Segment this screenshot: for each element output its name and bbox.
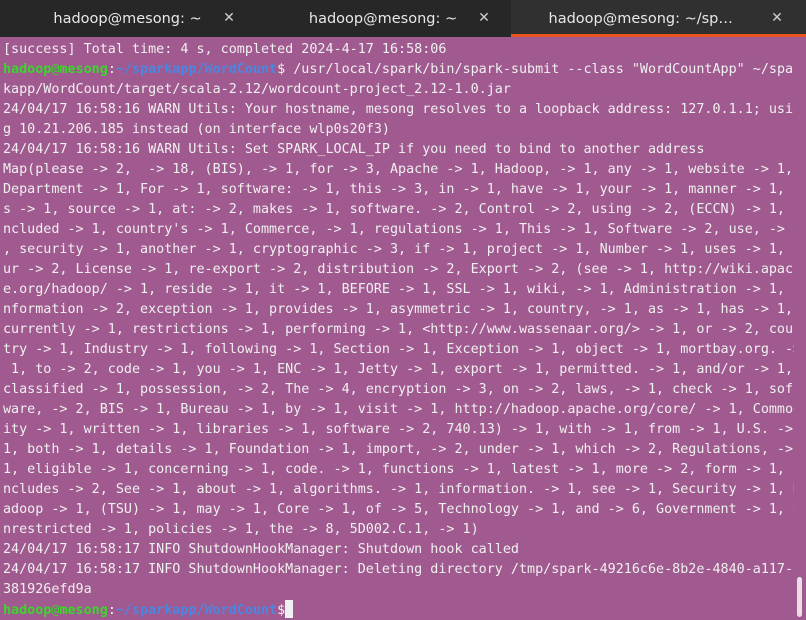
close-icon[interactable]: ✕ (220, 9, 238, 27)
output-line: 1, eligible -> 1, concerning -> 1, code.… (3, 462, 794, 477)
output-line: ncludes -> 2, See -> 1, about -> 1, algo… (3, 482, 794, 497)
prompt-line: hadoop@mesong:~/sparkapp/WordCount$ (3, 600, 794, 620)
output-line: nformation -> 2, exception -> 1, provide… (3, 302, 794, 317)
tab-terminal-1[interactable]: hadoop@mesong: ~ ✕ (0, 0, 255, 37)
output-line: e.org/hadoop/ -> 1, reside -> 1, it -> 1… (3, 282, 794, 297)
prompt-user: hadoop (3, 62, 52, 77)
output-line: g 10.21.206.185 instead (on interface wl… (3, 122, 390, 137)
output-line: adoop -> 1, (TSU) -> 1, may -> 1, Core -… (3, 502, 794, 517)
tab-bar: hadoop@mesong: ~ ✕ hadoop@mesong: ~ ✕ ha… (0, 0, 806, 37)
prompt-host: mesong (59, 603, 108, 618)
output-line: s -> 1, source -> 1, at: -> 2, makes -> … (3, 202, 794, 217)
output-block: 24/04/17 16:58:16 WARN Utils: Your hostn… (3, 100, 794, 600)
output-line: classified -> 1, possession, -> 2, The -… (3, 382, 794, 397)
prompt-colon: : (107, 603, 116, 618)
output-line: nrestricted -> 1, policies -> 1, the -> … (3, 522, 479, 537)
tab-title: hadoop@mesong: ~ (308, 10, 458, 27)
output-line: currently -> 1, restrictions -> 1, perfo… (3, 322, 794, 337)
prompt-path: ~/sparkapp/WordCount (115, 62, 278, 77)
output-line: 24/04/17 16:58:16 WARN Utils: Your hostn… (3, 102, 794, 117)
output-line: Map(please -> 2, -> 18, (BIS), -> 1, for… (3, 162, 794, 177)
close-icon[interactable]: ✕ (475, 9, 493, 27)
output-line: 381926efd9a (3, 582, 92, 597)
output-line: ncluded -> 1, country's -> 1, Commerce, … (3, 222, 794, 237)
scrollbar[interactable] (794, 37, 806, 620)
tab-terminal-3-active[interactable]: hadoop@mesong: ~/spar… ✕ (511, 0, 806, 37)
tab-title: hadoop@mesong: ~/spar… (548, 10, 748, 27)
command-line: hadoop@mesong:~/sparkapp/WordCount$ /usr… (3, 60, 794, 80)
output-line: Department -> 1, For -> 1, software: -> … (3, 182, 794, 197)
scrollbar-thumb[interactable] (797, 577, 802, 617)
tab-terminal-2[interactable]: hadoop@mesong: ~ ✕ (255, 0, 511, 37)
command-line-wrap: kapp/WordCount/target/scala-2.12/wordcou… (3, 82, 511, 97)
output-line: ity -> 1, written -> 1, libraries -> 1, … (3, 422, 794, 437)
prompt-user: hadoop (3, 603, 52, 618)
terminal-output[interactable]: [success] Total time: 4 s, completed 202… (0, 37, 794, 620)
prompt-colon: : (107, 62, 116, 77)
prompt-path: ~/sparkapp/WordCount (115, 603, 278, 618)
tab-title: hadoop@mesong: ~ (53, 10, 202, 27)
output-line: try -> 1, Industry -> 1, following -> 1,… (3, 342, 794, 357)
output-line: ur -> 2, License -> 1, re-export -> 2, d… (3, 262, 794, 277)
text-cursor (285, 600, 294, 618)
output-line: 1, both -> 1, details -> 1, Foundation -… (3, 442, 794, 457)
output-line: , security -> 1, another -> 1, cryptogra… (3, 242, 794, 257)
output-line: 24/04/17 16:58:16 WARN Utils: Set SPARK_… (3, 142, 705, 157)
output-line: ware, -> 2, BIS -> 1, Bureau -> 1, by ->… (3, 402, 794, 417)
prompt-host: mesong (59, 62, 108, 77)
output-line: [success] Total time: 4 s, completed 202… (3, 42, 447, 57)
output-line: 24/04/17 16:58:17 INFO ShutdownHookManag… (3, 562, 794, 577)
prompt-dollar: $ (277, 62, 286, 77)
output-line: 24/04/17 16:58:17 INFO ShutdownHookManag… (3, 542, 519, 557)
command-text: /usr/local/spark/bin/spark-submit --clas… (285, 62, 794, 77)
output-line: 1, to -> 2, code -> 1, you -> 1, ENC -> … (3, 362, 794, 377)
prompt-dollar: $ (277, 603, 286, 618)
close-icon[interactable]: ✕ (768, 9, 786, 27)
